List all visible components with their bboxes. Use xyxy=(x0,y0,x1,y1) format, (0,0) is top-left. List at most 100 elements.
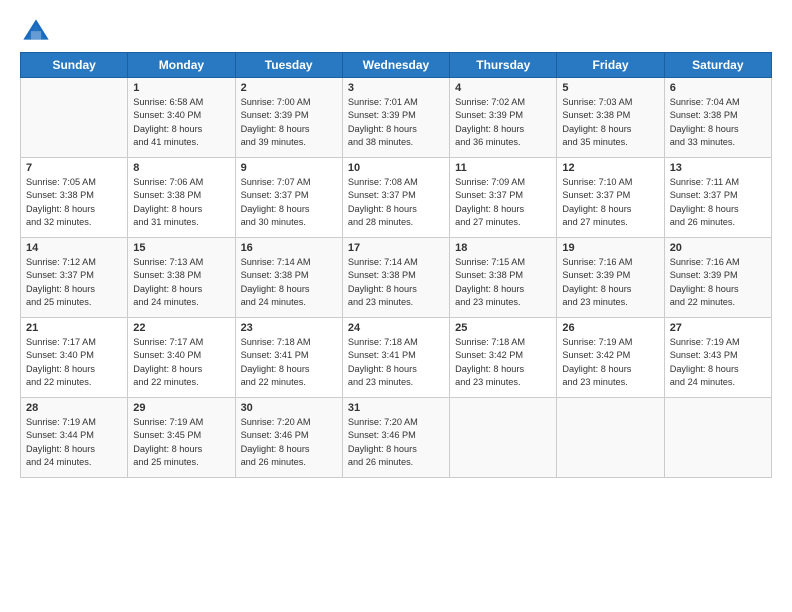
day-number: 15 xyxy=(133,242,229,254)
cell-content: Sunrise: 7:20 AM Sunset: 3:46 PM Dayligh… xyxy=(348,416,444,469)
cell-content: Sunrise: 7:18 AM Sunset: 3:41 PM Dayligh… xyxy=(348,336,444,389)
calendar-cell: 14 Sunrise: 7:12 AM Sunset: 3:37 PM Dayli… xyxy=(21,238,128,318)
cell-content: Sunrise: 7:19 AM Sunset: 3:43 PM Dayligh… xyxy=(670,336,766,389)
calendar-cell: 30 Sunrise: 7:20 AM Sunset: 3:46 PM Dayli… xyxy=(235,398,342,478)
day-number: 3 xyxy=(348,82,444,94)
day-number: 19 xyxy=(562,242,658,254)
day-number: 11 xyxy=(455,162,551,174)
day-header: Wednesday xyxy=(342,53,449,78)
calendar-cell: 24 Sunrise: 7:18 AM Sunset: 3:41 PM Dayli… xyxy=(342,318,449,398)
calendar-cell: 18 Sunrise: 7:15 AM Sunset: 3:38 PM Dayli… xyxy=(450,238,557,318)
day-number: 7 xyxy=(26,162,122,174)
calendar-cell: 20 Sunrise: 7:16 AM Sunset: 3:39 PM Dayli… xyxy=(664,238,771,318)
cell-content: Sunrise: 7:14 AM Sunset: 3:38 PM Dayligh… xyxy=(241,256,337,309)
day-number: 18 xyxy=(455,242,551,254)
cell-content: Sunrise: 7:10 AM Sunset: 3:37 PM Dayligh… xyxy=(562,176,658,229)
day-number: 4 xyxy=(455,82,551,94)
cell-content: Sunrise: 7:17 AM Sunset: 3:40 PM Dayligh… xyxy=(26,336,122,389)
cell-content: Sunrise: 7:02 AM Sunset: 3:39 PM Dayligh… xyxy=(455,96,551,149)
day-header: Thursday xyxy=(450,53,557,78)
calendar-cell: 25Sunrise: 7:18 AM Sunset: 3:42 PM Dayli… xyxy=(450,318,557,398)
cell-content: Sunrise: 7:03 AM Sunset: 3:38 PM Dayligh… xyxy=(562,96,658,149)
cell-content: Sunrise: 7:19 AM Sunset: 3:45 PM Dayligh… xyxy=(133,416,229,469)
cell-content: Sunrise: 7:12 AM Sunset: 3:37 PM Dayligh… xyxy=(26,256,122,309)
day-number: 22 xyxy=(133,322,229,334)
day-number: 29 xyxy=(133,402,229,414)
day-header: Tuesday xyxy=(235,53,342,78)
calendar-cell: 16 Sunrise: 7:14 AM Sunset: 3:38 PM Dayli… xyxy=(235,238,342,318)
calendar-cell xyxy=(21,78,128,158)
day-number: 21 xyxy=(26,322,122,334)
cell-content: Sunrise: 7:19 AM Sunset: 3:42 PM Dayligh… xyxy=(562,336,658,389)
calendar-cell: 27 Sunrise: 7:19 AM Sunset: 3:43 PM Dayli… xyxy=(664,318,771,398)
calendar-cell: 19 Sunrise: 7:16 AM Sunset: 3:39 PM Dayli… xyxy=(557,238,664,318)
day-number: 23 xyxy=(241,322,337,334)
page: SundayMondayTuesdayWednesdayThursdayFrid… xyxy=(0,0,792,612)
calendar-cell: 15 Sunrise: 7:13 AM Sunset: 3:38 PM Dayli… xyxy=(128,238,235,318)
calendar-cell: 17 Sunrise: 7:14 AM Sunset: 3:38 PM Dayli… xyxy=(342,238,449,318)
calendar-cell: 9Sunrise: 7:07 AM Sunset: 3:37 PM Daylig… xyxy=(235,158,342,238)
day-number: 14 xyxy=(26,242,122,254)
day-number: 16 xyxy=(241,242,337,254)
day-number: 8 xyxy=(133,162,229,174)
day-number: 10 xyxy=(348,162,444,174)
calendar-cell: 3 Sunrise: 7:01 AM Sunset: 3:39 PM Daylig… xyxy=(342,78,449,158)
cell-content: Sunrise: 7:19 AM Sunset: 3:44 PM Dayligh… xyxy=(26,416,122,469)
day-header: Sunday xyxy=(21,53,128,78)
cell-content: Sunrise: 7:16 AM Sunset: 3:39 PM Dayligh… xyxy=(670,256,766,309)
calendar-week-row: 1Sunrise: 6:58 AM Sunset: 3:40 PM Daylig… xyxy=(21,78,772,158)
calendar-cell: 31Sunrise: 7:20 AM Sunset: 3:46 PM Dayli… xyxy=(342,398,449,478)
calendar-cell xyxy=(664,398,771,478)
calendar-cell xyxy=(450,398,557,478)
day-number: 24 xyxy=(348,322,444,334)
cell-content: Sunrise: 7:16 AM Sunset: 3:39 PM Dayligh… xyxy=(562,256,658,309)
cell-content: Sunrise: 7:00 AM Sunset: 3:39 PM Dayligh… xyxy=(241,96,337,149)
calendar-week-row: 7 Sunrise: 7:05 AM Sunset: 3:38 PM Daylig… xyxy=(21,158,772,238)
cell-content: Sunrise: 7:08 AM Sunset: 3:37 PM Dayligh… xyxy=(348,176,444,229)
day-number: 6 xyxy=(670,82,766,94)
cell-content: Sunrise: 7:14 AM Sunset: 3:38 PM Dayligh… xyxy=(348,256,444,309)
cell-content: Sunrise: 7:09 AM Sunset: 3:37 PM Dayligh… xyxy=(455,176,551,229)
day-header: Friday xyxy=(557,53,664,78)
day-number: 13 xyxy=(670,162,766,174)
calendar-cell: 29 Sunrise: 7:19 AM Sunset: 3:45 PM Dayli… xyxy=(128,398,235,478)
cell-content: Sunrise: 7:06 AM Sunset: 3:38 PM Dayligh… xyxy=(133,176,229,229)
cell-content: Sunrise: 7:17 AM Sunset: 3:40 PM Dayligh… xyxy=(133,336,229,389)
cell-content: Sunrise: 7:15 AM Sunset: 3:38 PM Dayligh… xyxy=(455,256,551,309)
day-number: 30 xyxy=(241,402,337,414)
day-number: 12 xyxy=(562,162,658,174)
calendar-week-row: 28 Sunrise: 7:19 AM Sunset: 3:44 PM Dayli… xyxy=(21,398,772,478)
day-header: Saturday xyxy=(664,53,771,78)
cell-content: Sunrise: 7:18 AM Sunset: 3:42 PM Dayligh… xyxy=(455,336,551,389)
cell-content: Sunrise: 7:11 AM Sunset: 3:37 PM Dayligh… xyxy=(670,176,766,229)
day-number: 17 xyxy=(348,242,444,254)
calendar-cell xyxy=(557,398,664,478)
day-number: 5 xyxy=(562,82,658,94)
calendar-cell: 21 Sunrise: 7:17 AM Sunset: 3:40 PM Dayli… xyxy=(21,318,128,398)
calendar-cell: 13 Sunrise: 7:11 AM Sunset: 3:37 PM Dayli… xyxy=(664,158,771,238)
calendar-cell: 22 Sunrise: 7:17 AM Sunset: 3:40 PM Dayli… xyxy=(128,318,235,398)
day-number: 20 xyxy=(670,242,766,254)
cell-content: Sunrise: 7:20 AM Sunset: 3:46 PM Dayligh… xyxy=(241,416,337,469)
day-number: 26 xyxy=(562,322,658,334)
day-number: 27 xyxy=(670,322,766,334)
cell-content: Sunrise: 7:01 AM Sunset: 3:39 PM Dayligh… xyxy=(348,96,444,149)
calendar-cell: 2Sunrise: 7:00 AM Sunset: 3:39 PM Daylig… xyxy=(235,78,342,158)
cell-content: Sunrise: 6:58 AM Sunset: 3:40 PM Dayligh… xyxy=(133,96,229,149)
cell-content: Sunrise: 7:13 AM Sunset: 3:38 PM Dayligh… xyxy=(133,256,229,309)
calendar-week-row: 14 Sunrise: 7:12 AM Sunset: 3:37 PM Dayli… xyxy=(21,238,772,318)
calendar-week-row: 21 Sunrise: 7:17 AM Sunset: 3:40 PM Dayli… xyxy=(21,318,772,398)
cell-content: Sunrise: 7:18 AM Sunset: 3:41 PM Dayligh… xyxy=(241,336,337,389)
cell-content: Sunrise: 7:04 AM Sunset: 3:38 PM Dayligh… xyxy=(670,96,766,149)
calendar-cell: 8 Sunrise: 7:06 AM Sunset: 3:38 PM Daylig… xyxy=(128,158,235,238)
logo xyxy=(20,16,56,48)
calendar-cell: 11 Sunrise: 7:09 AM Sunset: 3:37 PM Dayli… xyxy=(450,158,557,238)
calendar-cell: 1Sunrise: 6:58 AM Sunset: 3:40 PM Daylig… xyxy=(128,78,235,158)
calendar-cell: 23 Sunrise: 7:18 AM Sunset: 3:41 PM Dayli… xyxy=(235,318,342,398)
calendar-cell: 26 Sunrise: 7:19 AM Sunset: 3:42 PM Dayli… xyxy=(557,318,664,398)
day-number: 28 xyxy=(26,402,122,414)
calendar-cell: 28 Sunrise: 7:19 AM Sunset: 3:44 PM Dayli… xyxy=(21,398,128,478)
calendar-cell: 4 Sunrise: 7:02 AM Sunset: 3:39 PM Daylig… xyxy=(450,78,557,158)
cell-content: Sunrise: 7:05 AM Sunset: 3:38 PM Dayligh… xyxy=(26,176,122,229)
cell-content: Sunrise: 7:07 AM Sunset: 3:37 PM Dayligh… xyxy=(241,176,337,229)
